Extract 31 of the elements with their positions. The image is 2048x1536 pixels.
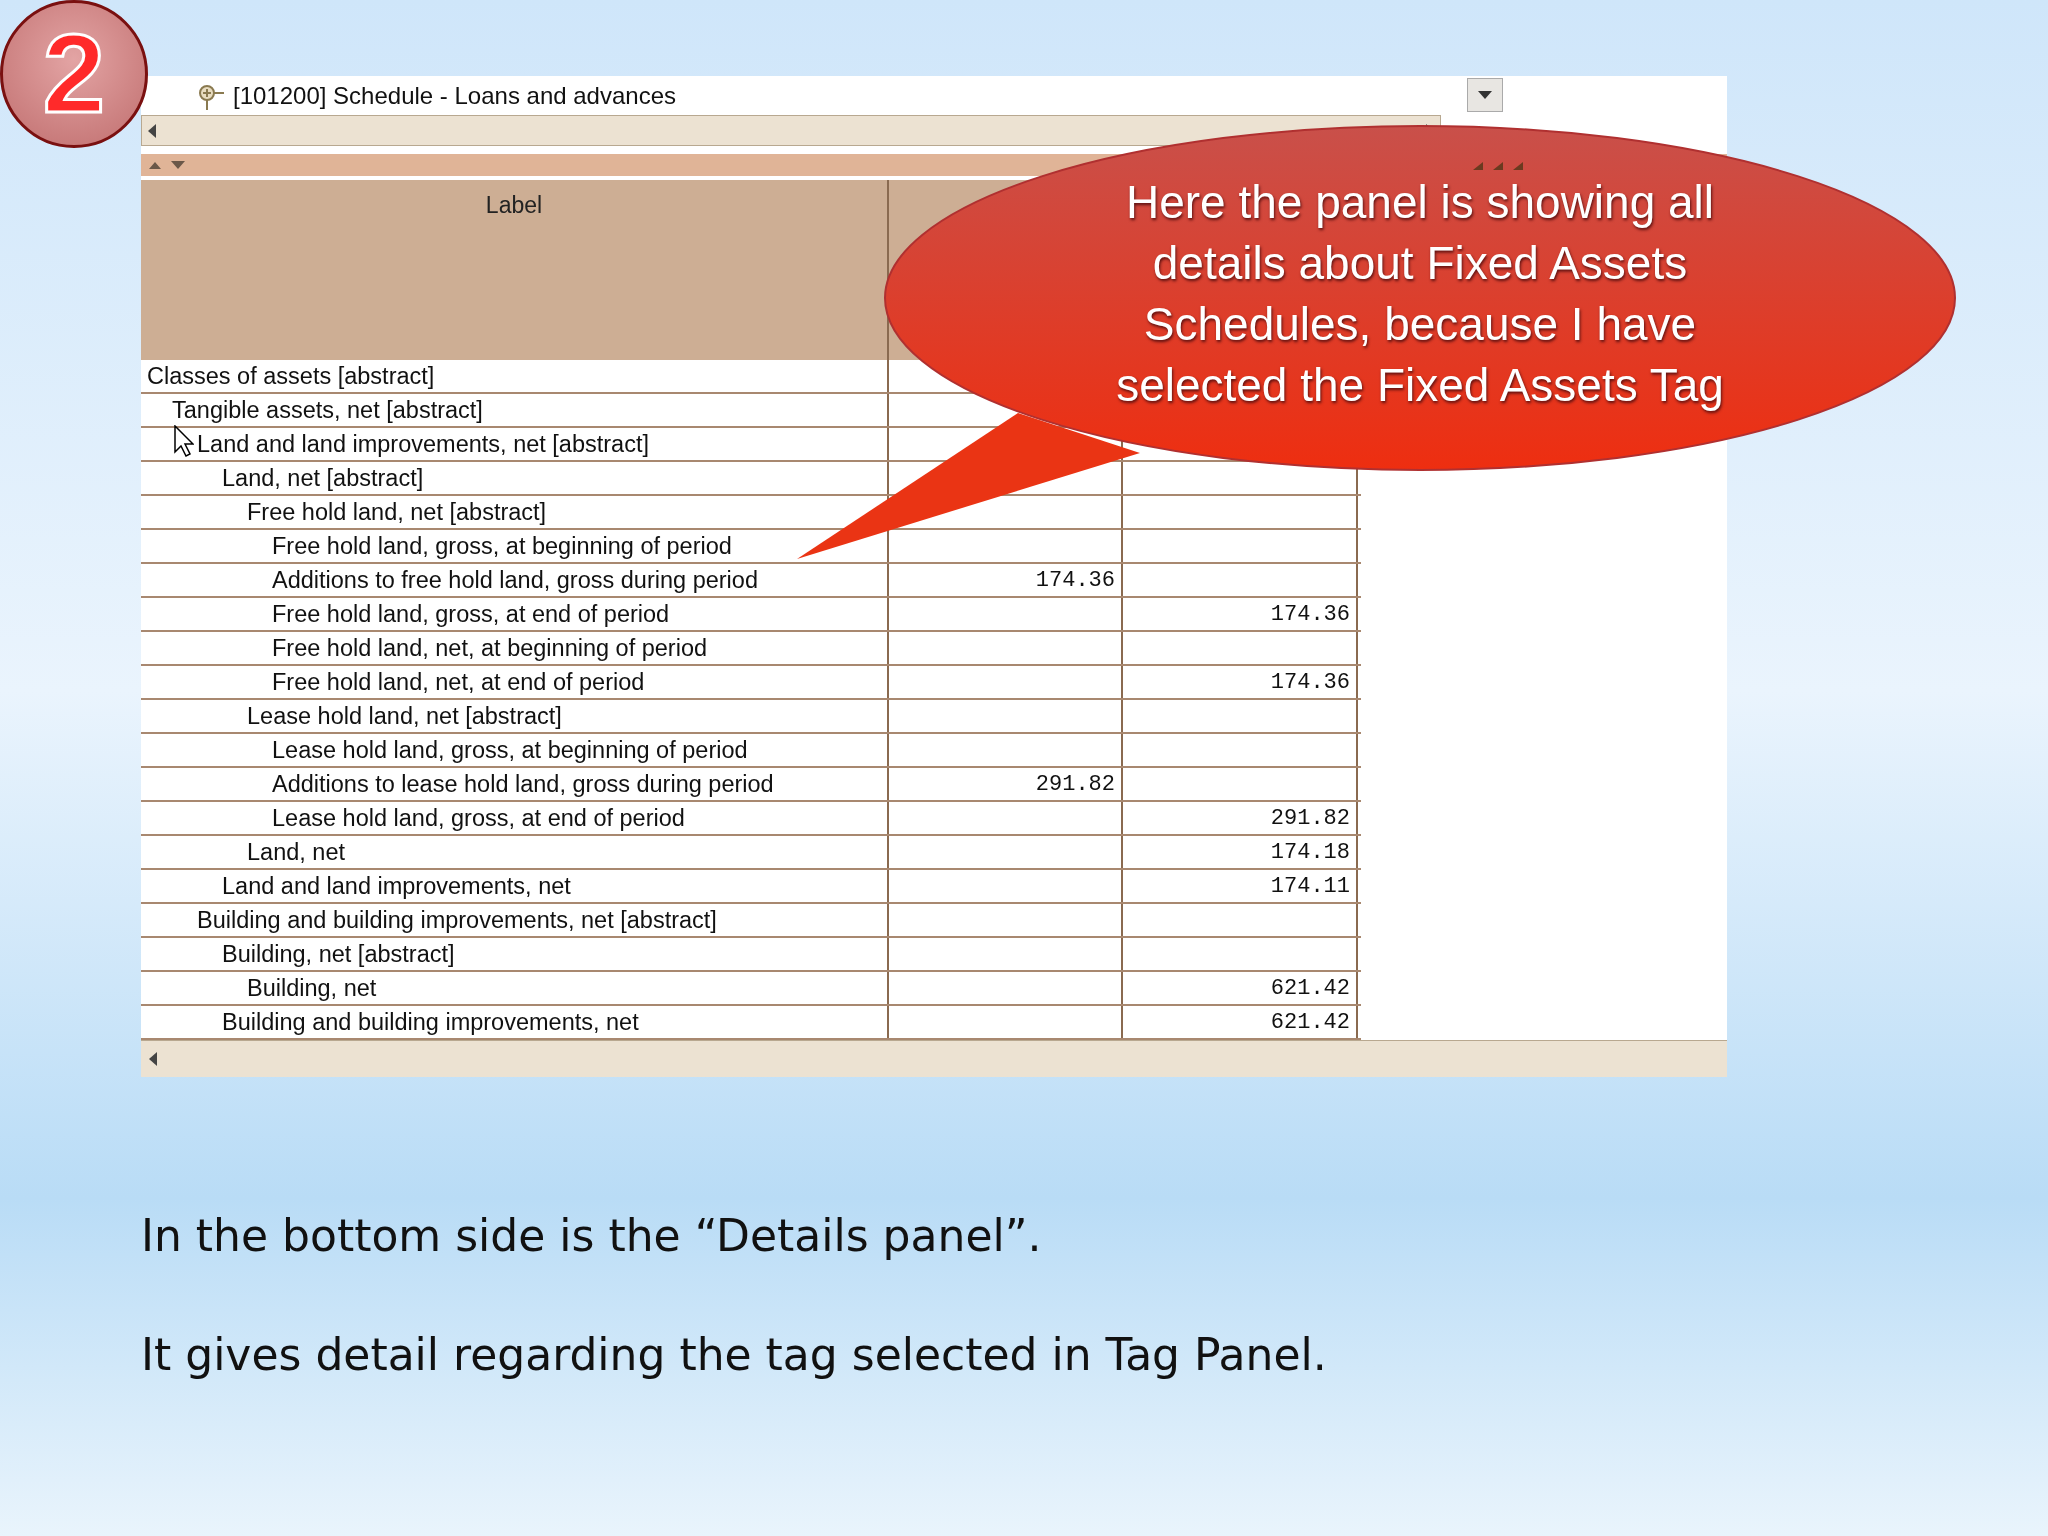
- label-cell: Classes of assets [abstract]: [141, 360, 889, 392]
- body-text: It gives detail regarding the tag selected in Tag Panel.: [141, 1329, 1328, 1380]
- label-cell: Building and building improvements, net: [141, 1006, 889, 1038]
- label-cell: Additions to free hold land, gross during period: [141, 564, 889, 596]
- tree-item[interactable]: [101200] Schedule - Loans and advances: [233, 81, 676, 110]
- label-cell: Lease hold land, gross, at beginning of period: [141, 734, 889, 766]
- label-cell: Land, net: [141, 836, 889, 868]
- value-cell: 174.36: [1123, 598, 1358, 630]
- label-cell: Building, net [abstract]: [141, 938, 889, 970]
- value-cell: 291.82: [889, 768, 1123, 800]
- slide-number-badge: 2: [0, 0, 148, 148]
- body-text: In the bottom side is the “Details panel”.: [141, 1210, 1043, 1261]
- label-cell: Free hold land, gross, at end of period: [141, 598, 889, 630]
- label-cell: Building, net: [141, 972, 889, 1004]
- label-cell: Lease hold land, net [abstract]: [141, 700, 889, 732]
- value-cell: 174.11: [1123, 870, 1358, 902]
- value-cell: 174.18: [1123, 836, 1358, 868]
- label-cell: Land and land improvements, net: [141, 870, 889, 902]
- value-cell: 621.42: [1123, 972, 1358, 1004]
- value-cell: 621.42: [1123, 1006, 1358, 1038]
- label-cell: Free hold land, net, at end of period: [141, 666, 889, 698]
- callout-text: Here the panel is showing all details about Fixed Assets Schedules, because I have selected the Fixed Assets Tag: [1115, 175, 1725, 413]
- label-cell: Lease hold land, gross, at end of period: [141, 802, 889, 834]
- label-cell: Free hold land, net, at beginning of period: [141, 632, 889, 664]
- value-cell: 291.82: [1123, 802, 1358, 834]
- value-cell: 174.36: [889, 564, 1123, 596]
- header-text: Label: [485, 191, 543, 220]
- value-cell: 174.36: [1123, 666, 1358, 698]
- label-cell: Additions to lease hold land, gross during period: [141, 768, 889, 800]
- label-cell: Building and building improvements, net [abstract]: [141, 904, 889, 936]
- label-cell: Land, net [abstract]: [141, 462, 889, 494]
